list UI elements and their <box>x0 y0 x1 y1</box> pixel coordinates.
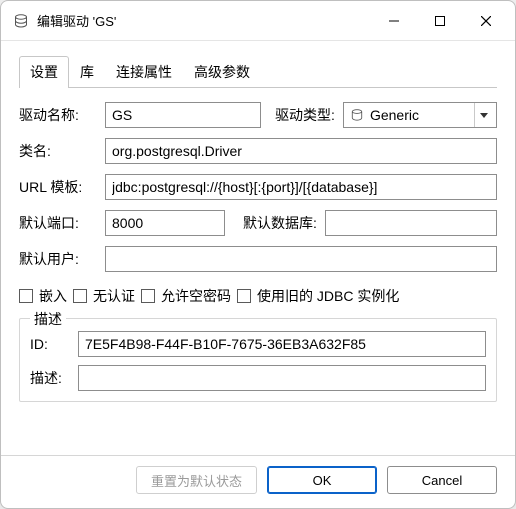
tab-settings[interactable]: 设置 <box>19 56 69 88</box>
database-icon <box>13 13 29 29</box>
legacy-jdbc-checkbox[interactable] <box>237 289 251 303</box>
driver-name-input[interactable] <box>105 102 261 128</box>
embed-checkbox[interactable] <box>19 289 33 303</box>
driver-type-value: Generic <box>370 107 468 123</box>
driver-type-select[interactable]: Generic <box>343 102 497 128</box>
empty-pw-checkbox[interactable] <box>141 289 155 303</box>
default-port-input[interactable] <box>105 210 225 236</box>
legacy-jdbc-label: 使用旧的 JDBC 实例化 <box>257 286 399 306</box>
tab-libraries[interactable]: 库 <box>69 56 105 88</box>
reset-button[interactable]: 重置为默认状态 <box>136 466 257 494</box>
ok-button[interactable]: OK <box>267 466 377 494</box>
noauth-checkbox[interactable] <box>73 289 87 303</box>
titlebar: 编辑驱动 'GS' <box>1 1 515 41</box>
minimize-button[interactable] <box>371 5 417 37</box>
label-default-port: 默认端口: <box>19 213 97 233</box>
dialog-content: 设置 库 连接属性 高级参数 驱动名称: 驱动类型: Generic <box>1 41 515 455</box>
id-input[interactable] <box>78 331 486 357</box>
label-driver-name: 驱动名称: <box>19 105 97 125</box>
default-user-input[interactable] <box>105 246 497 272</box>
database-icon <box>350 108 364 122</box>
group-legend: 描述 <box>30 309 66 329</box>
maximize-button[interactable] <box>417 5 463 37</box>
desc-input[interactable] <box>78 365 486 391</box>
cancel-button[interactable]: Cancel <box>387 466 497 494</box>
tab-conn-props[interactable]: 连接属性 <box>105 56 183 88</box>
id-label: ID: <box>30 336 70 352</box>
empty-pw-label: 允许空密码 <box>161 286 231 306</box>
window-title: 编辑驱动 'GS' <box>37 11 371 30</box>
label-class-name: 类名: <box>19 141 97 161</box>
description-group: 描述 ID: 描述: <box>19 318 497 402</box>
default-db-input[interactable] <box>325 210 497 236</box>
tab-advanced[interactable]: 高级参数 <box>183 56 261 88</box>
chevron-down-icon <box>474 103 492 127</box>
label-default-user: 默认用户: <box>19 249 97 269</box>
url-template-input[interactable] <box>105 174 497 200</box>
label-driver-type: 驱动类型: <box>275 105 335 125</box>
class-name-input[interactable] <box>105 138 497 164</box>
embed-label: 嵌入 <box>39 286 67 306</box>
close-button[interactable] <box>463 5 509 37</box>
noauth-label: 无认证 <box>93 286 135 306</box>
label-url-template: URL 模板: <box>19 177 97 197</box>
tab-bar: 设置 库 连接属性 高级参数 <box>19 55 497 88</box>
label-default-db: 默认数据库: <box>243 213 317 233</box>
dialog-window: 编辑驱动 'GS' 设置 库 连接属性 高级参数 驱动名称: 驱动类型: <box>0 0 516 509</box>
desc-label: 描述: <box>30 368 70 388</box>
dialog-footer: 重置为默认状态 OK Cancel <box>1 455 515 508</box>
